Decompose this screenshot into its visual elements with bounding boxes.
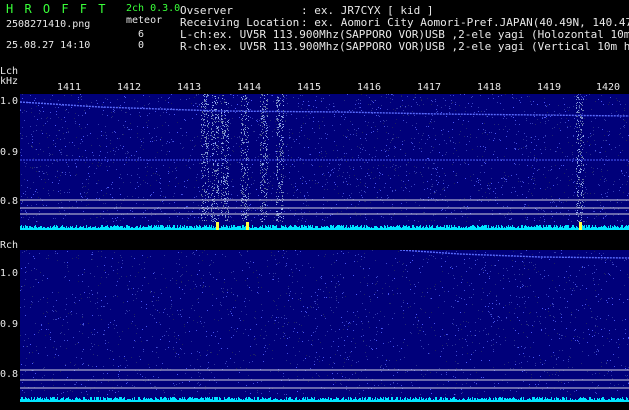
lch-spectrogram <box>20 94 629 230</box>
time-tick: 1418 <box>477 82 502 93</box>
time-tick: 1413 <box>177 82 202 93</box>
rch-ytick: 1.0 <box>0 268 19 279</box>
lch-ytick: 0.8 <box>0 196 19 207</box>
meteor-mark <box>246 222 249 230</box>
location-value: : ex. Aomori City Aomori-Pref.JAPAN(40.4… <box>301 16 629 29</box>
lch-ytick: 1.0 <box>0 96 19 107</box>
lch-description: L-ch:ex. UV5R 113.900Mhz(SAPPORO VOR)USB… <box>180 29 629 40</box>
rch-spectrogram-canvas <box>20 250 629 402</box>
location-label: Receiving Location <box>180 16 300 29</box>
mode-label: meteor <box>126 15 163 26</box>
rch-ytick: 0.9 <box>0 319 19 330</box>
time-tick: 1415 <box>297 82 322 93</box>
meteor-mark <box>216 222 219 230</box>
lch-unit: kHz <box>0 76 19 87</box>
meteor-mark <box>579 222 582 230</box>
rch-label: Rch <box>0 240 19 251</box>
time-tick: 1411 <box>57 82 82 93</box>
time-tick: 1419 <box>537 82 562 93</box>
channel-info: 2ch 0.3.0 <box>126 3 181 14</box>
observer-label: Ovserver <box>180 4 233 17</box>
lch-ytick: 0.9 <box>0 147 19 158</box>
lch-spectrogram-canvas <box>20 94 629 230</box>
time-tick: 1417 <box>417 82 442 93</box>
spectrogram-background <box>20 250 629 402</box>
time-tick: 1420 <box>596 82 621 93</box>
datetime: 25.08.27 14:10 <box>6 40 91 51</box>
time-tick: 1414 <box>237 82 262 93</box>
filename: 2508271410.png <box>6 19 91 30</box>
meteor-count-r: 0 <box>138 40 145 51</box>
rch-spectrogram <box>20 250 629 402</box>
observer-value: : ex. JR7CYX [ kid ] <box>301 4 434 17</box>
meteor-count-l: 6 <box>138 29 145 40</box>
time-tick: 1416 <box>357 82 382 93</box>
rch-ytick: 0.8 <box>0 369 19 380</box>
app-title: H R O F F T <box>6 2 108 16</box>
rch-description: R-ch:ex. UV5R 113.900Mhz(SAPPORO VOR)USB… <box>180 41 629 52</box>
time-tick: 1412 <box>117 82 142 93</box>
